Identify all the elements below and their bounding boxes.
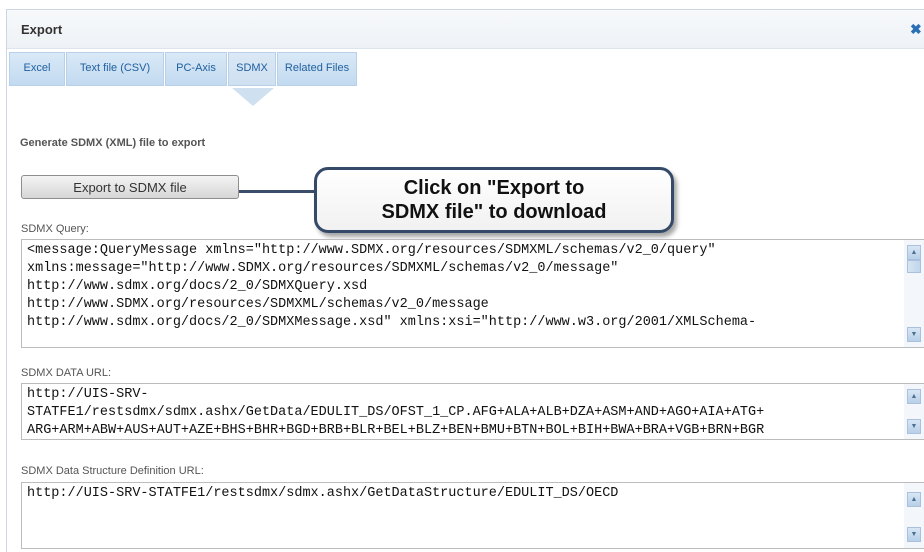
dialog-title: Export: [21, 22, 63, 37]
export-to-sdmx-button[interactable]: Export to SDMX file: [21, 175, 239, 199]
sdmx-dsd-url-text: http://UIS-SRV-STATFE1/restsdmx/sdmx.ash…: [27, 486, 619, 501]
sdmx-data-url-textarea[interactable]: http://UIS-SRV- STATFE1/restsdmx/sdmx.as…: [21, 383, 924, 440]
dialog-titlebar: Export ✖: [7, 10, 924, 49]
tab-pc-axis[interactable]: PC-Axis: [165, 52, 227, 86]
scroll-thumb[interactable]: [907, 260, 921, 273]
scroll-down-icon[interactable]: ▼: [907, 327, 921, 342]
instruction-callout: Click on "Export to SDMX file" to downlo…: [314, 167, 674, 233]
sdmx-heading: Generate SDMX (XML) file to export: [20, 137, 206, 149]
scroll-down-icon[interactable]: ▼: [907, 527, 921, 542]
sdmx-data-url-text: http://UIS-SRV- STATFE1/restsdmx/sdmx.as…: [27, 387, 765, 438]
tab-text-file-csv[interactable]: Text file (CSV): [66, 52, 164, 86]
scroll-up-icon[interactable]: ▲: [907, 245, 921, 260]
sdmx-data-url-label: SDMX DATA URL:: [21, 367, 112, 379]
sdmx-query-scrollbar[interactable]: ▲ ▼: [904, 240, 924, 347]
callout-connector: [239, 190, 319, 193]
scroll-up-icon[interactable]: ▲: [907, 492, 921, 507]
sdmx-query-text: <message:QueryMessage xmlns="http://www.…: [27, 243, 757, 330]
sdmx-dsd-url-textarea[interactable]: http://UIS-SRV-STATFE1/restsdmx/sdmx.ash…: [21, 482, 924, 549]
sdmx-query-textarea[interactable]: <message:QueryMessage xmlns="http://www.…: [21, 239, 924, 348]
callout-line-2: SDMX file" to download: [381, 201, 607, 223]
export-dialog: Export ✖ Excel Text file (CSV) PC-Axis S…: [6, 9, 924, 552]
sdmx-data-url-scrollbar[interactable]: ▲ ▼: [904, 384, 924, 439]
active-tab-pointer: [232, 88, 274, 106]
tab-sdmx[interactable]: SDMX: [228, 52, 276, 86]
sdmx-query-label: SDMX Query:: [21, 223, 89, 235]
tab-related-files[interactable]: Related Files: [277, 52, 357, 86]
tab-excel[interactable]: Excel: [9, 52, 65, 86]
scroll-down-icon[interactable]: ▼: [907, 419, 921, 434]
sdmx-dsd-url-scrollbar[interactable]: ▲ ▼: [904, 483, 924, 548]
callout-line-1: Click on "Export to: [403, 177, 585, 199]
close-icon[interactable]: ✖: [910, 21, 922, 38]
sdmx-dsd-url-label: SDMX Data Structure Definition URL:: [21, 465, 204, 477]
scroll-up-icon[interactable]: ▲: [907, 389, 921, 404]
